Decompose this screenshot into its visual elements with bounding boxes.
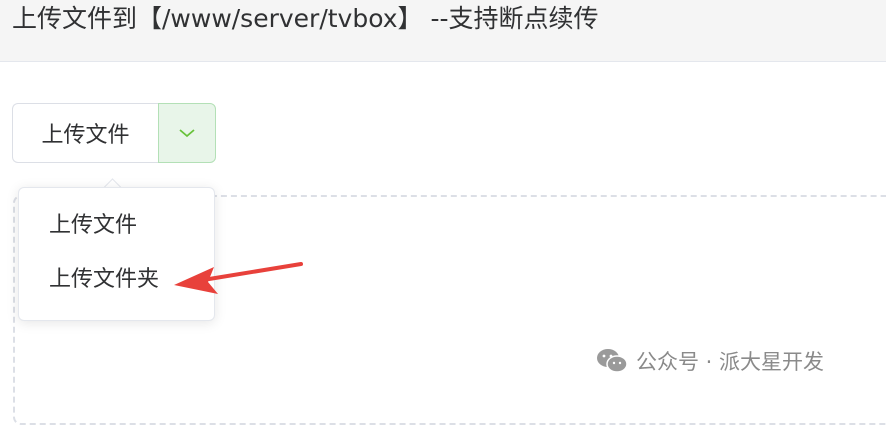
page-title: 上传文件到【/www/server/tvbox】 --支持断点续传 (12, 4, 599, 33)
wechat-icon (597, 349, 628, 373)
chevron-down-icon (179, 129, 195, 138)
menu-item-upload-folder[interactable]: 上传文件夹 (49, 265, 159, 295)
upload-dropdown-menu: 上传文件 上传文件夹 (18, 187, 215, 321)
watermark: 公众号 · 派大星开发 (596, 346, 824, 376)
upload-button[interactable]: 上传文件 (12, 103, 158, 163)
upload-dropdown-toggle[interactable] (158, 103, 216, 163)
page-header: 上传文件到【/www/server/tvbox】 --支持断点续传 (0, 0, 886, 62)
watermark-text: 公众号 · 派大星开发 (636, 350, 825, 374)
red-arrow-icon (174, 262, 303, 294)
upload-split-button: 上传文件 (12, 103, 216, 163)
menu-item-upload-file[interactable]: 上传文件 (49, 211, 137, 241)
